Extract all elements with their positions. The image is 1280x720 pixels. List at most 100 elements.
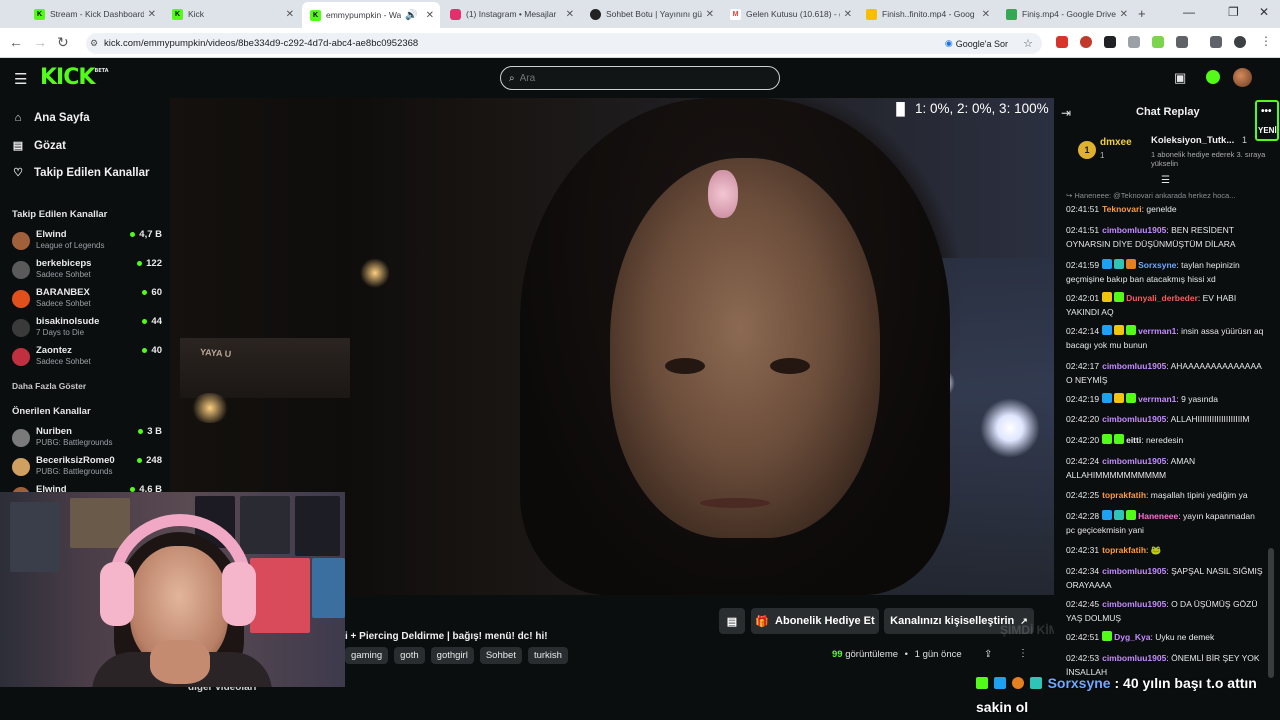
extension-icon[interactable] xyxy=(1104,36,1116,48)
chat-username[interactable]: verrman1 xyxy=(1138,394,1176,404)
site-info-icon[interactable]: ⚙ xyxy=(90,38,98,49)
nav-following[interactable]: ♡ Takip Edilen Kanallar xyxy=(12,166,149,180)
more-options-icon[interactable]: ⋮ xyxy=(1018,648,1028,659)
minimize-icon[interactable]: — xyxy=(1183,5,1195,19)
gift-leaderboard[interactable]: 1 dmxee 1 Koleksiyon_Tutk... 1 1 aboneli… xyxy=(1054,130,1280,186)
browser-menu-icon[interactable]: ⋮ xyxy=(1260,34,1272,48)
menu-icon[interactable]: ☰ xyxy=(14,70,27,88)
kick-logo[interactable]: KICKBETA xyxy=(40,65,109,90)
back-icon[interactable]: ← xyxy=(9,34,23,50)
chat-username[interactable]: Dyg_Kya xyxy=(1114,632,1150,642)
tab-close-icon[interactable]: ✕ xyxy=(706,9,714,20)
chat-username[interactable]: cimbomluu1905 xyxy=(1102,361,1166,371)
chat-username[interactable]: Haneneee xyxy=(1138,511,1178,521)
chat-badge-icon xyxy=(1114,292,1125,302)
extension-icon[interactable] xyxy=(1152,36,1164,48)
browser-tab-1[interactable]: K Kick ✕ xyxy=(164,4,300,24)
kick-header: ☰ KICKBETA ⌕ ▣ xyxy=(0,58,1280,98)
followed-channel[interactable]: berkebiceps Sadece Sohbet 122 xyxy=(12,258,162,286)
puzzle-icon[interactable] xyxy=(1176,36,1188,48)
reload-icon[interactable]: ↻ xyxy=(57,34,69,51)
share-icon[interactable]: ⇪ xyxy=(984,649,992,660)
browser-tab-4[interactable]: Sohbet Botu | Yayınını gü ✕ xyxy=(582,4,720,24)
chat-username[interactable]: cimbomluu1905 xyxy=(1102,414,1166,424)
chat-badge-icon xyxy=(1114,434,1125,444)
chat-badge-icon xyxy=(1102,393,1113,403)
browser-tab-active[interactable]: K emmypumpkin - Wat 🔊 ✕ xyxy=(302,2,440,28)
chat-username[interactable]: Sorxsyne xyxy=(1138,260,1176,270)
followed-channel[interactable]: bisakinolsude 7 Days to Die 44 xyxy=(12,316,162,344)
streamer-eye xyxy=(665,358,705,374)
tab-close-icon[interactable]: ✕ xyxy=(844,9,852,20)
browser-tab-5[interactable]: M Gelen Kutusu (10.618) - g ✕ xyxy=(722,4,858,24)
nav-browse[interactable]: ▤ Gözat xyxy=(12,139,66,153)
chat-username[interactable]: cimbomluu1905 xyxy=(1102,599,1166,609)
chat-text: genelde xyxy=(1146,204,1177,214)
show-more-link[interactable]: Daha Fazla Göster xyxy=(12,381,86,391)
streamer-hand xyxy=(150,640,210,684)
profile-icon[interactable] xyxy=(1234,36,1246,48)
chat-panel: ⇥ Chat Replay ••• YENİ 1 dmxee 1 Koleksi… xyxy=(1054,98,1280,720)
url-field[interactable]: ⚙ kick.com/emmypumpkin/videos/8be334d9-c… xyxy=(86,33,1042,54)
tag[interactable]: Sohbet xyxy=(479,647,522,664)
followed-channel[interactable]: BARANBEX Sadece Sohbet 60 xyxy=(12,287,162,315)
chat-username[interactable]: Dunyali_derbeder xyxy=(1126,293,1198,303)
user-avatar[interactable] xyxy=(1233,68,1252,87)
forward-icon[interactable]: → xyxy=(33,34,47,50)
ask-google-button[interactable]: ◉ Google'a Sor xyxy=(945,38,1008,49)
followed-channel[interactable]: Elwind League of Legends 4,7 B xyxy=(12,229,162,257)
close-window-icon[interactable]: ✕ xyxy=(1259,5,1269,19)
browser-tab-6[interactable]: Finish..finito.mp4 - Goog ✕ xyxy=(858,4,996,24)
chat-username[interactable]: verrman1 xyxy=(1138,326,1176,336)
tag[interactable]: goth xyxy=(394,647,425,664)
browser-tab-0[interactable]: K Stream - Kick Dashboard ✕ xyxy=(26,4,162,24)
tab-close-icon[interactable]: ✕ xyxy=(148,9,156,20)
new-tab-icon[interactable]: + xyxy=(1138,6,1146,21)
recommended-channel[interactable]: Nuriben PUBG: Battlegrounds 3 B xyxy=(12,426,162,454)
nav-home[interactable]: ⌂ Ana Sayfa xyxy=(12,112,90,124)
chat-username[interactable]: toprakfatih xyxy=(1102,490,1146,500)
chat-message: 02:42:24 cimbomluu1905: AMAN ALLAHIMMMMMM… xyxy=(1066,454,1266,482)
collapse-chat-icon[interactable]: ⇥ xyxy=(1061,106,1071,120)
home-icon: ⌂ xyxy=(14,112,22,124)
chat-text: ALLAHIIIIIIIIIIIIIIIIIIIM xyxy=(1170,414,1250,424)
expand-icon[interactable]: ☰ xyxy=(1161,175,1170,186)
restore-icon[interactable]: ❐ xyxy=(1228,5,1239,19)
tab-close-icon[interactable]: ✕ xyxy=(1120,9,1128,20)
chat-username[interactable]: cimbomluu1905 xyxy=(1102,456,1166,466)
tab-close-icon[interactable]: ✕ xyxy=(286,9,294,20)
recommended-channel[interactable]: BeceriksizRome0 PUBG: Battlegrounds 248 xyxy=(12,455,162,483)
followed-channel[interactable]: Zaontez Sadece Sohbet 40 xyxy=(12,345,162,373)
shield-icon[interactable] xyxy=(1128,36,1140,48)
chat-scrollbar[interactable] xyxy=(1268,548,1274,678)
kick-badge-icon[interactable] xyxy=(1206,70,1220,84)
chat-timestamp: 02:42:53 xyxy=(1066,653,1100,663)
tab-close-icon[interactable]: ✕ xyxy=(982,9,990,20)
chat-username[interactable]: cimbomluu1905 xyxy=(1102,653,1166,663)
chat-username[interactable]: toprakfatih xyxy=(1102,545,1146,555)
tag[interactable]: gothgirl xyxy=(430,647,474,664)
gift-sub-button[interactable]: 🎁 Abonelik Hediye Et xyxy=(751,608,879,634)
chat-username[interactable]: cimbomluu1905 xyxy=(1102,566,1166,576)
search-box[interactable]: ⌕ xyxy=(500,66,780,90)
street-lamp xyxy=(980,398,1040,458)
extension-icon[interactable] xyxy=(1080,36,1092,48)
browser-tab-7[interactable]: Finiş.mp4 - Google Drive ✕ xyxy=(998,4,1134,24)
search-input[interactable] xyxy=(519,72,760,84)
tab-close-icon[interactable]: ✕ xyxy=(566,9,574,20)
browser-tab-3[interactable]: (1) Instagram • Mesajlar ✕ xyxy=(442,4,580,24)
tag[interactable]: turkish xyxy=(527,647,568,664)
chat-message: 02:41:51 Teknovari: genelde xyxy=(1066,202,1266,216)
tag[interactable]: gaming xyxy=(345,647,389,664)
bookmark-star-icon[interactable]: ☆ xyxy=(1023,37,1033,50)
extension-icon[interactable] xyxy=(1056,36,1068,48)
chat-username[interactable]: cimbomluu1905 xyxy=(1102,225,1166,235)
chat-username[interactable]: eitti xyxy=(1126,435,1141,445)
tab-close-icon[interactable]: ✕ xyxy=(426,10,434,21)
chat-badge-icon xyxy=(1102,631,1113,641)
chat-username[interactable]: Teknovari xyxy=(1102,204,1142,214)
chat-text: 9 yasında xyxy=(1181,394,1218,404)
clip-button[interactable]: ▤ xyxy=(719,608,745,634)
tab-search-icon[interactable] xyxy=(1210,36,1222,48)
theater-icon[interactable]: ▣ xyxy=(1174,70,1186,86)
